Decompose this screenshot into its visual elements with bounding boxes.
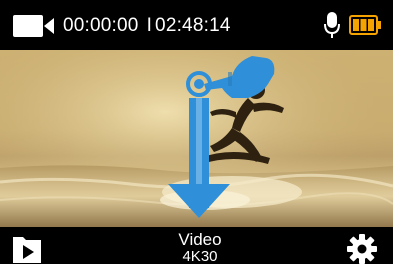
playback-icon[interactable] bbox=[12, 234, 42, 264]
resolution-label: 4K30 bbox=[182, 248, 218, 264]
recording-timer: 00:00:00 I 02:48:14 bbox=[63, 12, 231, 40]
capture-mode-button[interactable]: Video 4K30 bbox=[150, 230, 250, 264]
timer-separator: I bbox=[146, 15, 153, 36]
mode-label: Video bbox=[178, 230, 222, 249]
preview-scene bbox=[0, 50, 393, 227]
camera-screen: 00:00:00 I 02:48:14 Video 4K30 bbox=[0, 0, 393, 264]
remaining-time: 02:48:14 bbox=[155, 15, 231, 36]
gear-icon[interactable] bbox=[346, 233, 378, 264]
elapsed-time: 00:00:00 bbox=[63, 15, 139, 36]
bottom-bar: Video 4K30 bbox=[0, 227, 393, 264]
live-preview[interactable] bbox=[0, 50, 393, 227]
microphone-icon bbox=[324, 12, 340, 38]
video-camera-icon bbox=[13, 15, 54, 37]
status-bar: 00:00:00 I 02:48:14 bbox=[0, 0, 393, 50]
battery-icon bbox=[349, 15, 381, 35]
